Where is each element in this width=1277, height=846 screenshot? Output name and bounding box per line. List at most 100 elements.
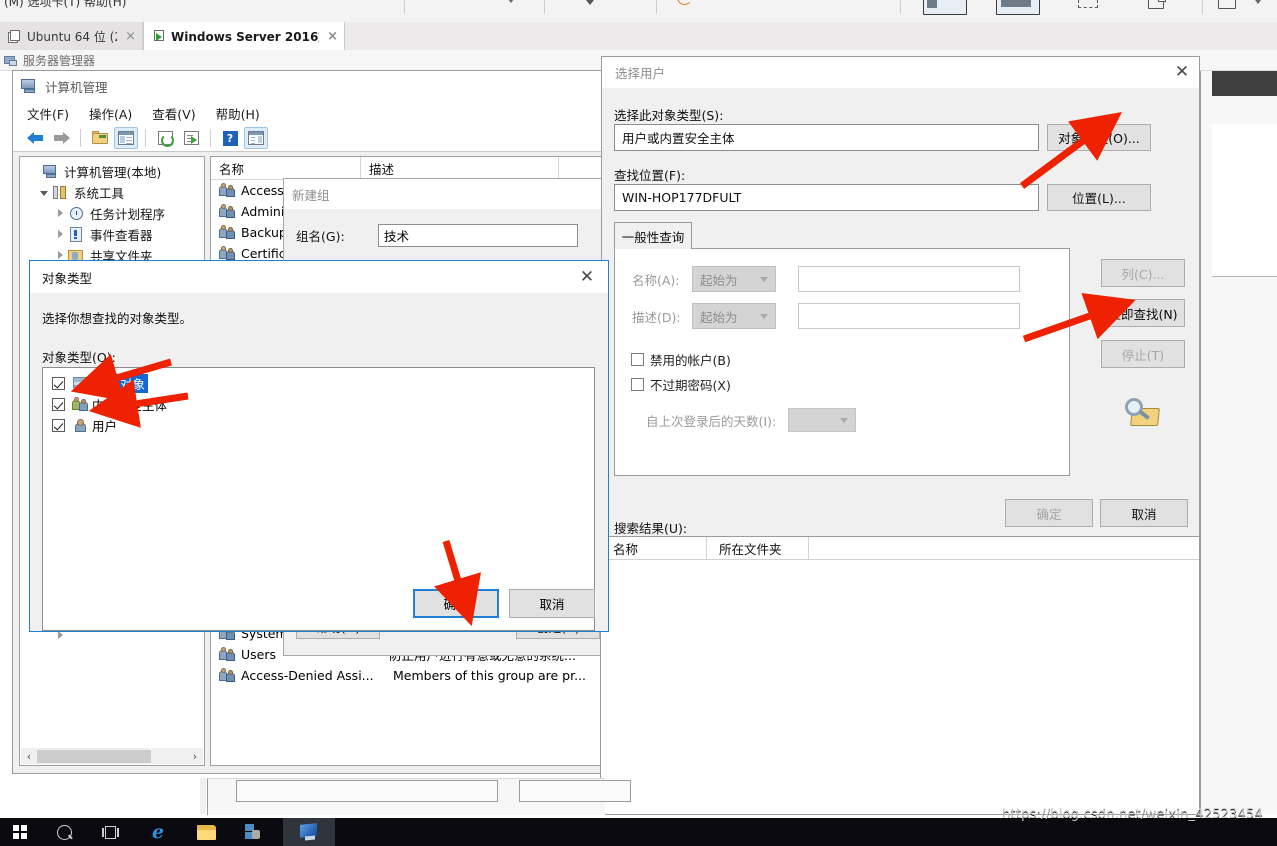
find-now-button[interactable]: 立即查找(N): [1101, 299, 1185, 327]
close-icon[interactable]: ✕: [574, 264, 600, 290]
fullscreen-icon[interactable]: [1148, 0, 1164, 9]
unity-icon[interactable]: [1078, 0, 1098, 8]
menu-file[interactable]: 文件(F): [27, 104, 69, 123]
user-icon: [72, 418, 88, 433]
menu-action[interactable]: 操作(A): [89, 104, 132, 123]
list-item-user[interactable]: 用户: [43, 415, 594, 436]
vm-tab-windows-server[interactable]: Windows Server 2016文... ×: [143, 22, 345, 50]
help-button[interactable]: ?: [218, 127, 242, 149]
close-icon-2[interactable]: ×: [327, 30, 338, 43]
object-type-field[interactable]: 用户或内置安全主体: [614, 124, 1039, 151]
description-input[interactable]: [798, 303, 1020, 329]
server-manager-button[interactable]: [232, 818, 272, 846]
desc-operator-select[interactable]: 起始为: [692, 303, 776, 329]
results-column-folder[interactable]: 所在文件夹: [707, 537, 809, 559]
start-button[interactable]: [0, 818, 40, 846]
server-manager-icon: [244, 824, 260, 840]
view-bottom-pane-icon[interactable]: [996, 0, 1040, 15]
other-object-icon: [72, 376, 88, 391]
internet-explorer-button[interactable]: e: [138, 818, 178, 846]
close-icon[interactable]: ×: [125, 30, 136, 43]
view-left-pane-icon[interactable]: [923, 0, 967, 15]
desc-operator-value: 起始为: [700, 307, 738, 326]
menubar: 文件(F) 操作(A) 查看(V) 帮助(H): [13, 101, 611, 125]
checkbox[interactable]: [52, 419, 65, 432]
lower-field-2[interactable]: [519, 780, 631, 802]
task-view-button[interactable]: [90, 818, 130, 846]
vmware-button[interactable]: [283, 818, 335, 846]
scroll-right-arrow[interactable]: ›: [187, 750, 203, 763]
chevron-down-icon[interactable]: [508, 0, 514, 3]
list-item-builtin-security-principal[interactable]: 内置安全主体: [43, 394, 594, 415]
ok-button[interactable]: 确定: [413, 589, 499, 618]
back-button[interactable]: [23, 127, 47, 149]
name-input[interactable]: [798, 266, 1020, 292]
disabled-accounts-checkbox[interactable]: 禁用的帐户(B): [631, 350, 731, 369]
vm-icon: [300, 824, 319, 840]
checkbox[interactable]: [52, 398, 65, 411]
tree-item-system-tools[interactable]: 系统工具: [22, 182, 204, 203]
list-item-other-object[interactable]: 其他对象: [43, 373, 594, 394]
stop-button[interactable]: 停止(T): [1101, 340, 1185, 368]
snapshot-icon[interactable]: [582, 0, 602, 11]
show-console-tree-button[interactable]: [114, 127, 138, 149]
column-header-extra[interactable]: [559, 157, 604, 179]
refresh-button[interactable]: [153, 127, 177, 149]
group-icon: [219, 225, 236, 240]
vm-tab-ubuntu[interactable]: Ubuntu 64 位 (2) ×: [0, 22, 143, 50]
group-name-input[interactable]: 技术: [378, 224, 578, 247]
days-since-logon-select[interactable]: [788, 408, 856, 432]
vm-tab-label: Ubuntu 64 位 (2): [27, 28, 117, 45]
scroll-left-arrow[interactable]: ‹: [21, 750, 37, 763]
chevron-right-icon[interactable]: [52, 228, 68, 241]
tab-general-query[interactable]: 一般性查询: [614, 222, 692, 249]
search-button[interactable]: [44, 818, 84, 846]
locations-button[interactable]: 位置(L)...: [1047, 184, 1151, 211]
list-header: 名称 描述: [211, 157, 604, 180]
tree-item-computer-management-local[interactable]: 计算机管理(本地): [22, 161, 204, 182]
column-header-name[interactable]: 名称: [211, 157, 361, 179]
expand-icon[interactable]: [1218, 0, 1236, 9]
search-results-list: 名称 所在文件夹: [600, 536, 1200, 815]
list-item-label: 用户: [92, 416, 117, 435]
manage-icon[interactable]: [816, 0, 836, 11]
close-icon[interactable]: ✕: [1169, 60, 1195, 86]
menu-view[interactable]: 查看(V): [152, 104, 195, 123]
results-column-extra[interactable]: [809, 537, 1199, 559]
results-column-name[interactable]: 名称: [601, 537, 707, 559]
menu-help[interactable]: 帮助(H): [216, 104, 260, 123]
file-explorer-button[interactable]: [186, 818, 226, 846]
export-list-button[interactable]: [179, 127, 203, 149]
chevron-down-icon: [840, 418, 848, 423]
back-orange-icon[interactable]: [752, 0, 772, 11]
search-icon: [57, 825, 72, 840]
location-field[interactable]: WIN-HOP177DFULT: [614, 184, 1039, 211]
column-header-description[interactable]: 描述: [361, 157, 559, 179]
tree-item-task-scheduler[interactable]: 任务计划程序: [22, 203, 204, 224]
scroll-thumb[interactable]: [37, 750, 151, 763]
name-operator-select[interactable]: 起始为: [692, 266, 776, 292]
tree-item-event-viewer[interactable]: 事件查看器: [22, 224, 204, 245]
group-icon: [219, 647, 236, 662]
chevron-down-icon: [760, 314, 768, 319]
chevron-down-icon-2[interactable]: [1255, 0, 1261, 4]
table-row[interactable]: Access-Denied Assi... Members of this gr…: [211, 665, 604, 686]
non-expiring-password-checkbox[interactable]: 不过期密码(X): [631, 375, 731, 394]
up-folder-button[interactable]: [88, 127, 112, 149]
select-users-cancel-button[interactable]: 取消: [1100, 499, 1188, 527]
show-action-pane-button[interactable]: [244, 127, 268, 149]
lower-field-1[interactable]: [236, 780, 498, 802]
vmware-menu-text[interactable]: (M) 选项卡(T) 帮助(H): [4, 0, 126, 10]
tree-horizontal-scrollbar[interactable]: ‹ ›: [21, 748, 203, 764]
chevron-down-icon[interactable]: [36, 186, 52, 199]
revert-snapshot-icon[interactable]: [676, 0, 696, 11]
object-types-button[interactable]: 对象类型(O)...: [1047, 124, 1151, 151]
checkbox[interactable]: [52, 377, 65, 390]
forward-button[interactable]: [49, 127, 73, 149]
columns-button[interactable]: 列(C)...: [1101, 259, 1185, 287]
pause-icon[interactable]: [432, 0, 452, 11]
cancel-button[interactable]: 取消: [509, 589, 595, 618]
windows-start-icon: [13, 825, 28, 840]
select-users-ok-button[interactable]: 确定: [1005, 499, 1093, 527]
chevron-right-icon[interactable]: [52, 207, 68, 220]
